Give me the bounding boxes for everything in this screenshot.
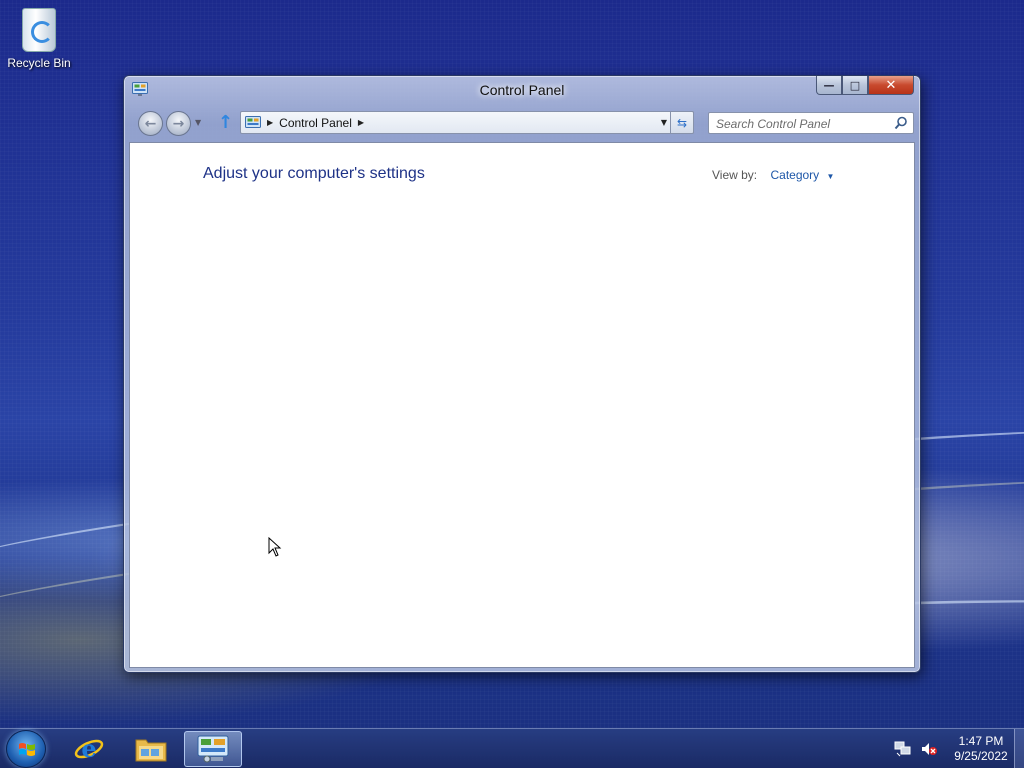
search-input[interactable] bbox=[709, 114, 885, 134]
breadcrumb-chevron-icon[interactable]: ▶ bbox=[267, 118, 273, 127]
minimize-button[interactable]: — bbox=[816, 76, 842, 95]
back-button[interactable]: ← bbox=[138, 111, 163, 136]
taskbar-control-panel[interactable] bbox=[184, 731, 242, 767]
control-panel-window: Control Panel — □ ✕ ← → ▼ ↑ ▶ Control Pa… bbox=[123, 75, 921, 673]
address-bar[interactable]: ▶ Control Panel ▶ ▼ ⇆ bbox=[240, 111, 694, 134]
mouse-cursor-icon bbox=[268, 537, 282, 557]
arrow-left-icon: ← bbox=[144, 115, 157, 132]
refresh-icon: ⇆ bbox=[676, 115, 688, 130]
address-dropdown-icon[interactable]: ▼ bbox=[661, 118, 667, 127]
taskbar-clock[interactable]: 1:47 PM 9/25/2022 bbox=[952, 734, 1010, 764]
volume-muted-icon[interactable] bbox=[920, 741, 938, 757]
ie-icon: e bbox=[74, 734, 104, 763]
forward-button[interactable]: → bbox=[166, 111, 191, 136]
chevron-down-icon[interactable]: ▼ bbox=[827, 172, 835, 181]
navigation-bar: ← → ▼ ↑ ▶ Control Panel ▶ ▼ ⇆ bbox=[134, 109, 914, 137]
search-box[interactable] bbox=[708, 112, 914, 134]
breadcrumb-chevron-icon[interactable]: ▶ bbox=[358, 118, 364, 127]
window-title: Control Panel bbox=[479, 82, 565, 98]
view-by-dropdown[interactable]: Category bbox=[770, 168, 819, 182]
breadcrumb-item-control-panel[interactable]: Control Panel bbox=[279, 116, 352, 130]
content-pane: Adjust your computer's settings View by:… bbox=[129, 142, 915, 668]
folder-icon bbox=[135, 739, 167, 762]
refresh-button[interactable]: ⇆ bbox=[670, 111, 694, 134]
close-button[interactable]: ✕ bbox=[868, 76, 914, 95]
search-icon[interactable] bbox=[894, 116, 908, 130]
title-bar[interactable]: Control Panel — □ ✕ bbox=[124, 76, 920, 104]
svg-text:e: e bbox=[81, 734, 96, 763]
taskbar: e 1:47 PM 9/25/2022 bbox=[0, 728, 1024, 768]
taskbar-internet-explorer[interactable]: e bbox=[60, 731, 118, 767]
windows-logo-icon bbox=[19, 743, 35, 756]
up-button[interactable]: ↑ bbox=[218, 112, 233, 133]
clock-date: 9/25/2022 bbox=[954, 749, 1008, 763]
control-panel-icon bbox=[245, 115, 261, 128]
maximize-icon: □ bbox=[849, 78, 861, 92]
maximize-button[interactable]: □ bbox=[842, 76, 868, 95]
minimize-icon: — bbox=[823, 78, 835, 92]
taskbar-windows-explorer[interactable] bbox=[122, 731, 180, 767]
network-icon[interactable] bbox=[894, 741, 912, 757]
close-icon: ✕ bbox=[885, 77, 897, 93]
control-panel-icon bbox=[197, 735, 229, 763]
desktop-icon-label: Recycle Bin bbox=[7, 56, 71, 70]
system-tray: 1:47 PM 9/25/2022 bbox=[894, 729, 1010, 768]
window-controls: — □ ✕ bbox=[816, 76, 914, 95]
recent-pages-dropdown[interactable]: ▼ bbox=[195, 118, 201, 127]
view-by-control: View by: Category ▼ bbox=[712, 168, 834, 182]
view-by-label: View by: bbox=[712, 168, 758, 182]
desktop-icon-recycle-bin[interactable]: Recycle Bin bbox=[6, 8, 72, 70]
arrow-right-icon: → bbox=[172, 115, 185, 132]
page-title: Adjust your computer's settings bbox=[203, 165, 425, 182]
recycle-bin-icon bbox=[22, 8, 56, 52]
show-desktop-button[interactable] bbox=[1014, 729, 1024, 768]
start-button[interactable] bbox=[6, 730, 46, 768]
clock-time: 1:47 PM bbox=[958, 734, 1004, 748]
arrow-up-icon: ↑ bbox=[218, 112, 234, 133]
